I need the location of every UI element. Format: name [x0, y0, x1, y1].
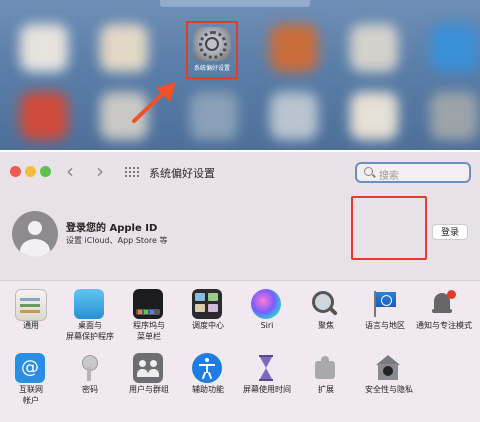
pref-label: Siri — [260, 321, 274, 330]
zoom-button[interactable] — [40, 166, 51, 177]
close-button[interactable] — [10, 166, 21, 177]
pref-label: 屏幕使用时间 — [243, 385, 291, 394]
pref-security-privacy[interactable]: 安全性与隐私 — [358, 347, 420, 405]
dock-icon — [133, 289, 163, 319]
pref-label: 安全性与隐私 — [365, 385, 413, 394]
pref-desktop-screensaver[interactable]: 桌面与 屏幕保护程序 — [59, 283, 121, 341]
puzzle-icon — [310, 353, 340, 383]
pref-label: 通知与专注模式 — [416, 321, 472, 330]
pref-general[interactable]: 通用 — [0, 283, 62, 341]
general-icon — [15, 289, 47, 321]
pref-internet-accounts[interactable]: @ 互联网 帐户 — [0, 347, 62, 405]
system-preferences-window: ‹ › 系统偏好设置 搜索 登录您的 Apple ID 设置 iCloud、Ap… — [0, 152, 480, 422]
pref-screen-time[interactable]: 屏幕使用时间 — [236, 347, 298, 405]
pref-label: 通用 — [23, 321, 39, 330]
hourglass-icon — [251, 353, 281, 383]
title-bar: ‹ › 系统偏好设置 搜索 — [0, 152, 480, 192]
search-input[interactable]: 搜索 — [355, 162, 471, 183]
search-icon — [364, 167, 373, 176]
forward-button[interactable]: › — [96, 161, 104, 181]
app-label: 系统偏好设置 — [193, 65, 230, 72]
pref-label: 调度中心 — [192, 321, 224, 330]
pref-label: 扩展 — [318, 385, 334, 394]
key-icon — [74, 353, 104, 383]
highlight-box — [351, 196, 427, 260]
gear-icon — [193, 27, 231, 61]
users-icon — [133, 353, 163, 383]
spotlight-icon — [310, 289, 340, 319]
pref-label: 聚焦 — [318, 321, 334, 330]
pref-dock-menubar[interactable]: 程序坞与 菜单栏 — [118, 283, 180, 341]
house-lock-icon — [373, 353, 403, 383]
pref-siri[interactable]: Siri — [236, 283, 298, 341]
pref-mission-control[interactable]: 调度中心 — [177, 283, 239, 341]
pref-label: 语言与地区 — [365, 321, 405, 330]
login-button[interactable]: 登录 — [432, 224, 468, 240]
apple-id-title: 登录您的 Apple ID — [66, 223, 158, 234]
pref-users-groups[interactable]: 用户与群组 — [118, 347, 180, 405]
pref-spotlight[interactable]: 聚焦 — [295, 283, 357, 341]
pref-label: 互联网 帐户 — [19, 385, 43, 405]
show-all-grid-icon[interactable] — [125, 167, 139, 177]
search-placeholder: 搜索 — [379, 171, 399, 182]
minimize-button[interactable] — [25, 166, 36, 177]
accessibility-icon — [192, 353, 222, 383]
mission-control-icon — [192, 289, 222, 319]
pref-language-region[interactable]: 语言与地区 — [354, 283, 416, 341]
language-flag-icon — [369, 289, 399, 319]
arrow-icon — [132, 82, 176, 123]
pref-accessibility[interactable]: 辅助功能 — [177, 347, 239, 405]
siri-icon — [251, 289, 281, 319]
launchpad-background: 系统偏好设置 — [0, 0, 480, 150]
at-sign-icon: @ — [15, 353, 45, 383]
pref-label: 程序坞与 菜单栏 — [133, 321, 165, 341]
preferences-grid: 通用 桌面与 屏幕保护程序 程序坞与 菜单栏 调度中心 Siri 聚焦 语言与地… — [0, 281, 480, 422]
apple-id-subtitle: 设置 iCloud、App Store 等 — [66, 236, 168, 245]
pref-label: 辅助功能 — [192, 385, 224, 394]
blurred-app-grid — [0, 0, 480, 150]
pref-notifications-focus[interactable]: 通知与专注模式 — [413, 283, 475, 341]
pref-label: 密码 — [82, 385, 98, 394]
back-button[interactable]: ‹ — [66, 161, 74, 181]
pref-label: 桌面与 屏幕保护程序 — [66, 321, 114, 341]
pref-extensions[interactable]: 扩展 — [295, 347, 357, 405]
pref-label: 用户与群组 — [129, 385, 169, 394]
desktop-icon — [74, 289, 104, 319]
avatar — [12, 211, 58, 257]
window-title: 系统偏好设置 — [149, 167, 215, 180]
top-bar — [160, 0, 310, 7]
system-preferences-app[interactable]: 系统偏好设置 — [186, 21, 238, 79]
pref-passwords[interactable]: 密码 — [59, 347, 121, 405]
bell-icon — [428, 289, 458, 319]
